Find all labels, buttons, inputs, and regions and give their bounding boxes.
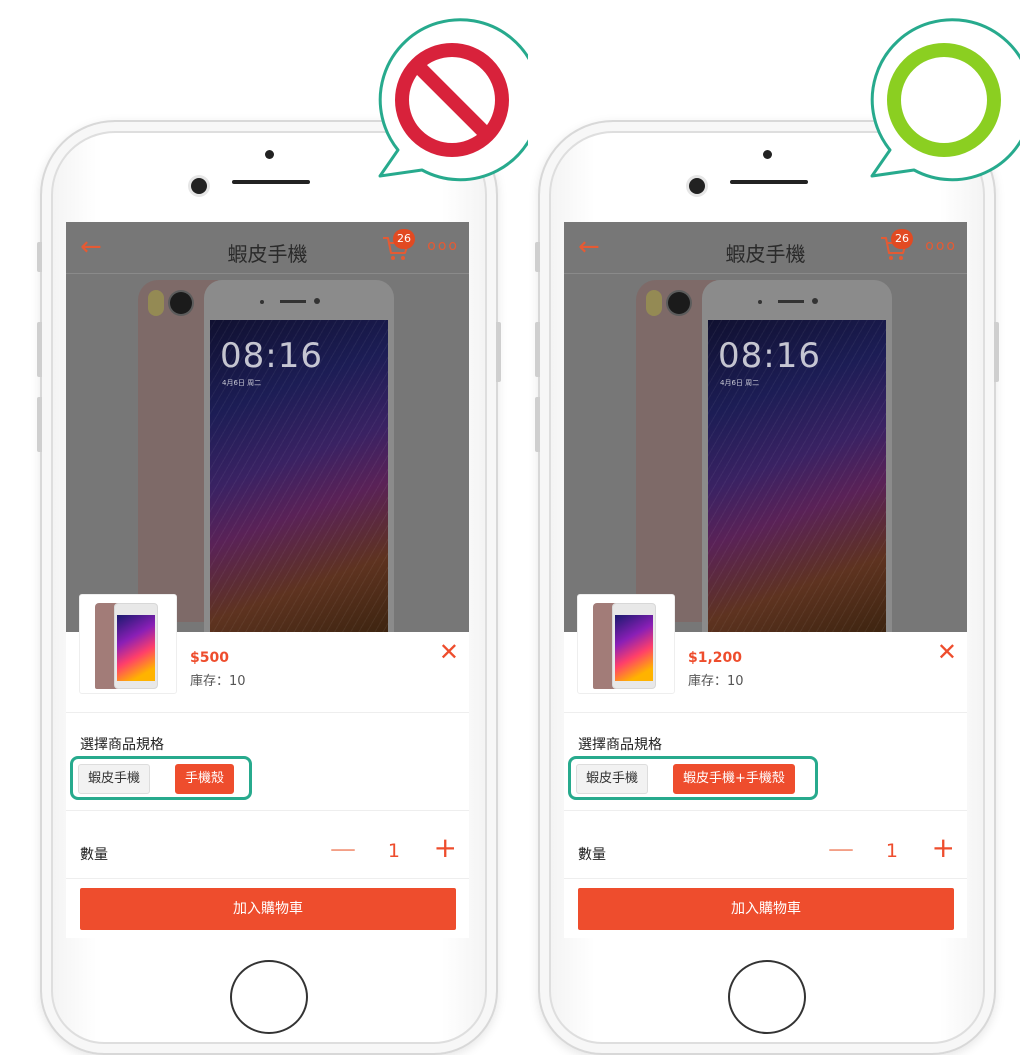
front-camera xyxy=(191,178,207,194)
thumbnail-phone-screen xyxy=(615,615,653,681)
more-icon[interactable]: ooo xyxy=(925,238,957,254)
stock-text: 庫存：10 xyxy=(190,674,246,689)
product-speaker xyxy=(280,300,306,303)
rear-camera-lens xyxy=(668,292,690,314)
price-text: $500 xyxy=(190,650,229,666)
lockscreen-clock: 08:16 xyxy=(718,336,821,376)
product-sensor xyxy=(758,300,762,304)
lockscreen-date: 4月6日 周二 xyxy=(222,379,262,387)
phone-screen: ← 蝦皮手機 26 ooo 08:16 xyxy=(66,222,469,938)
stock-text: 庫存：10 xyxy=(688,674,744,689)
cart-count-badge: 26 xyxy=(393,229,415,249)
thumbnail-phone-screen xyxy=(117,615,155,681)
volume-up-button xyxy=(535,322,540,377)
product-screen: 08:16 4月6日 周二 xyxy=(708,320,886,632)
rear-flash xyxy=(646,290,662,316)
option-phone-case[interactable]: 手機殼 xyxy=(175,764,235,794)
power-button xyxy=(496,322,501,382)
quantity-value[interactable]: 1 xyxy=(886,840,898,862)
volume-down-button xyxy=(535,397,540,452)
product-phone-front: 08:16 4月6日 周二 xyxy=(204,280,394,632)
earpiece-speaker xyxy=(730,180,808,184)
rear-camera-lens xyxy=(170,292,192,314)
rear-flash xyxy=(148,290,164,316)
quantity-minus-button[interactable]: — xyxy=(330,836,356,862)
divider xyxy=(66,712,469,713)
home-button xyxy=(728,960,806,1034)
option-phone-plus-case[interactable]: 蝦皮手機+手機殼 xyxy=(673,764,795,794)
home-button xyxy=(230,960,308,1034)
divider xyxy=(564,810,967,811)
product-thumbnail xyxy=(577,594,675,694)
lockscreen-clock: 08:16 xyxy=(220,336,323,376)
option-shopee-phone[interactable]: 蝦皮手機 xyxy=(576,764,649,794)
phone-screen: ← 蝦皮手機 26 ooo 08:16 xyxy=(564,222,967,938)
quantity-minus-button[interactable]: — xyxy=(828,836,854,862)
divider xyxy=(564,878,967,879)
wrong-speech-bubble xyxy=(378,18,528,182)
correct-speech-bubble xyxy=(870,18,1020,182)
proximity-sensor xyxy=(265,150,274,159)
close-icon[interactable]: ✕ xyxy=(439,640,459,664)
spec-label: 選擇商品規格 xyxy=(578,737,662,753)
lockscreen-date: 4月6日 周二 xyxy=(720,379,760,387)
product-image-area: ← 蝦皮手機 26 ooo 08:16 4月6日 周二 xyxy=(564,222,967,632)
close-icon[interactable]: ✕ xyxy=(937,640,957,664)
power-button xyxy=(994,322,999,382)
cart-count-badge: 26 xyxy=(891,229,913,249)
proximity-sensor xyxy=(763,150,772,159)
add-to-cart-button[interactable]: 加入購物車 xyxy=(80,888,456,930)
top-nav-bar: ← 蝦皮手機 26 ooo xyxy=(66,222,469,274)
divider xyxy=(66,878,469,879)
earpiece-speaker xyxy=(232,180,310,184)
more-icon[interactable]: ooo xyxy=(427,238,459,254)
mute-switch xyxy=(535,242,540,272)
product-speaker xyxy=(778,300,804,303)
quantity-label: 數量 xyxy=(80,847,108,863)
spec-label: 選擇商品規格 xyxy=(80,737,164,753)
right-phone-mockup: ← 蝦皮手機 26 ooo 08:16 4月6日 周二 $1,200 庫存：10… xyxy=(535,120,999,1055)
divider xyxy=(66,810,469,811)
product-sensor xyxy=(260,300,264,304)
price-text: $1,200 xyxy=(688,650,743,666)
quantity-label: 數量 xyxy=(578,847,606,863)
product-camera xyxy=(314,298,320,304)
quantity-plus-button[interactable]: + xyxy=(932,834,955,862)
product-camera xyxy=(812,298,818,304)
add-to-cart-button[interactable]: 加入購物車 xyxy=(578,888,954,930)
product-screen: 08:16 4月6日 周二 xyxy=(210,320,388,632)
quantity-plus-button[interactable]: + xyxy=(434,834,457,862)
product-thumbnail xyxy=(79,594,177,694)
quantity-value[interactable]: 1 xyxy=(388,840,400,862)
divider xyxy=(564,712,967,713)
product-image-area: ← 蝦皮手機 26 ooo 08:16 4月6日 周二 xyxy=(66,222,469,632)
top-nav-bar: ← 蝦皮手機 26 ooo xyxy=(564,222,967,274)
option-shopee-phone[interactable]: 蝦皮手機 xyxy=(78,764,151,794)
front-camera xyxy=(689,178,705,194)
mute-switch xyxy=(37,242,42,272)
left-phone-mockup: ← 蝦皮手機 26 ooo 08:16 4月6日 周二 $500 庫存：10 ✕… xyxy=(37,120,501,1055)
product-phone-front: 08:16 4月6日 周二 xyxy=(702,280,892,632)
volume-down-button xyxy=(37,397,42,452)
volume-up-button xyxy=(37,322,42,377)
